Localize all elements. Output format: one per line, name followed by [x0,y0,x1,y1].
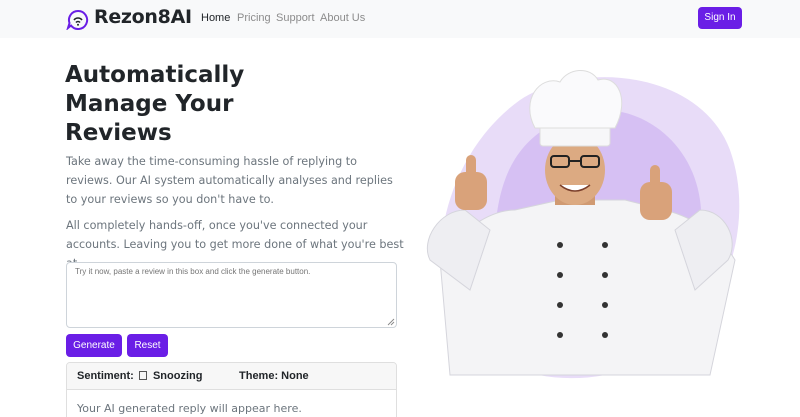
headline-line-2: Manage Your [65,91,234,117]
chef-right-thumb [650,165,660,187]
brand-name[interactable]: Rezon8AI [94,6,192,28]
resize-grip-icon[interactable] [387,318,395,326]
review-input[interactable] [66,262,397,328]
headline-line-1: Automatically [65,62,245,88]
navbar: Rezon8AI Home Pricing Support About Us S… [0,0,800,38]
jacket-button [557,302,563,308]
jacket-button [557,242,563,248]
sentiment-indicator: Sentiment: Snoozing [77,370,202,382]
hero-description: Take away the time-consuming hassle of r… [66,155,393,206]
nav-link-about-us[interactable]: About Us [320,12,365,24]
nav-link-pricing[interactable]: Pricing [237,12,271,24]
sentiment-value: Snoozing [152,370,203,382]
ai-reply-output: Your AI generated reply will appear here… [77,402,302,415]
sentiment-box-icon [138,371,147,380]
jacket-button [602,302,608,308]
sentiment-label: Sentiment: [77,370,134,382]
nav-link-support[interactable]: Support [276,12,315,24]
chat-bubble-wifi-icon[interactable] [66,8,90,30]
chef-left-hand [455,172,487,210]
hero-headline: Automatically Manage Your Reviews [65,61,325,148]
theme-indicator: Theme: None [239,370,309,382]
jacket-button [602,242,608,248]
chef-left-thumb [466,155,476,177]
reply-card-header: Sentiment: Snoozing Theme: None [67,363,396,390]
chef-right-hand [640,182,672,220]
nav-link-home[interactable]: Home [201,12,230,24]
jacket-button [602,272,608,278]
jacket-button [557,272,563,278]
generate-button[interactable]: Generate [66,334,122,357]
jacket-button [602,332,608,338]
reset-button[interactable]: Reset [127,334,168,357]
jacket-button [557,332,563,338]
reply-card: Sentiment: Snoozing Theme: None Your AI … [66,362,397,417]
chef-thumbs-up-photo [426,70,740,379]
headline-line-3: Reviews [65,120,172,146]
sign-in-button[interactable]: Sign In [698,7,742,29]
